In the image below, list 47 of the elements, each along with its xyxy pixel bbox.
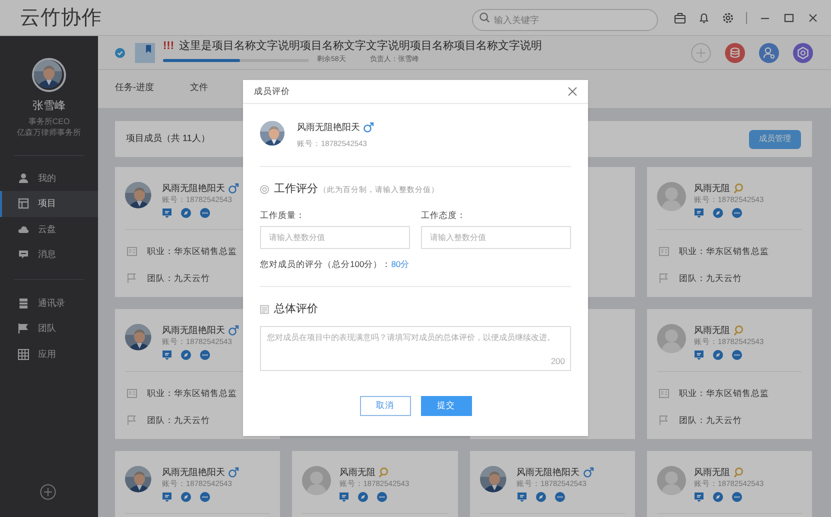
score-value: 80分 — [391, 258, 410, 271]
nav-item[interactable]: 应用 — [0, 342, 98, 367]
user-name: 张雪峰 — [32, 99, 66, 114]
cancel-button[interactable]: 取消 — [360, 396, 410, 416]
section-title: 工作评分 — [274, 182, 318, 197]
member-name: 风雨无阻艳阳天 — [162, 466, 225, 478]
member-name: 风雨无阻 — [694, 182, 730, 194]
project-title: 这里是项目名称文字说明项目名称文字文字说明项目名称项目名称文字说明 — [179, 39, 542, 54]
char-counter: 200 — [550, 354, 565, 368]
member-name: 风雨无阻艳阳天 — [162, 324, 225, 336]
submit-button[interactable]: 提交 — [420, 396, 472, 416]
dialog-title: 成员评价 — [254, 85, 290, 98]
nav-item[interactable]: 云盘 — [0, 216, 98, 242]
member-name: 风雨无阻 — [694, 324, 730, 336]
job-text: 职业：华东区销售总监 — [147, 245, 237, 258]
nav-item[interactable]: 项目 — [0, 191, 98, 216]
company-name: 亿森万律师事务所 — [16, 126, 82, 138]
tab[interactable]: 任务-进度 — [115, 70, 154, 108]
section-title: 总体评价 — [274, 302, 318, 317]
member-name: 风雨无阻 — [694, 466, 730, 478]
search-field[interactable]: 输入关键字 — [472, 8, 658, 30]
field-label: 工作质量： — [260, 208, 306, 222]
nav-item[interactable]: 我的 — [0, 166, 98, 191]
member-name: 风雨无阻艳阳天 — [297, 121, 360, 134]
nav-item[interactable]: 通讯录 — [0, 290, 98, 316]
score-field[interactable]: 请输入整数分值 — [260, 226, 410, 250]
tab[interactable]: 文件 — [190, 70, 208, 108]
member-name: 风雨无阻艳阳天 — [162, 182, 225, 194]
job-text: 职业：华东区销售总监 — [147, 387, 237, 400]
member-name: 风雨无阻艳阳天 — [516, 466, 580, 478]
team-text: 团队：九天云竹 — [147, 414, 210, 426]
priority-mark: !!! — [163, 39, 174, 54]
panel-title: 项目成员（共 11人） — [126, 132, 210, 146]
score-label: 您对成员的评分（总分100分）： — [260, 258, 392, 271]
score-field[interactable]: 请输入整数分值 — [421, 226, 571, 250]
job-text: 职业：华东区销售总监 — [678, 387, 769, 400]
job-text: 职业：华东区销售总监 — [678, 245, 769, 258]
app-title: 云竹协作 — [20, 6, 102, 30]
team-text: 团队：九天云竹 — [147, 272, 210, 284]
member-name: 风雨无阻 — [339, 466, 376, 478]
user-role: 事务所CEO — [27, 116, 71, 126]
nav-item[interactable]: 团队 — [0, 316, 98, 342]
nav-item[interactable]: 消息 — [0, 242, 98, 268]
field-label: 工作态度： — [421, 208, 467, 222]
manage-button[interactable]: 成员管理 — [749, 130, 801, 148]
team-text: 团队：九天云竹 — [678, 414, 742, 426]
team-text: 团队：九天云竹 — [678, 272, 742, 284]
